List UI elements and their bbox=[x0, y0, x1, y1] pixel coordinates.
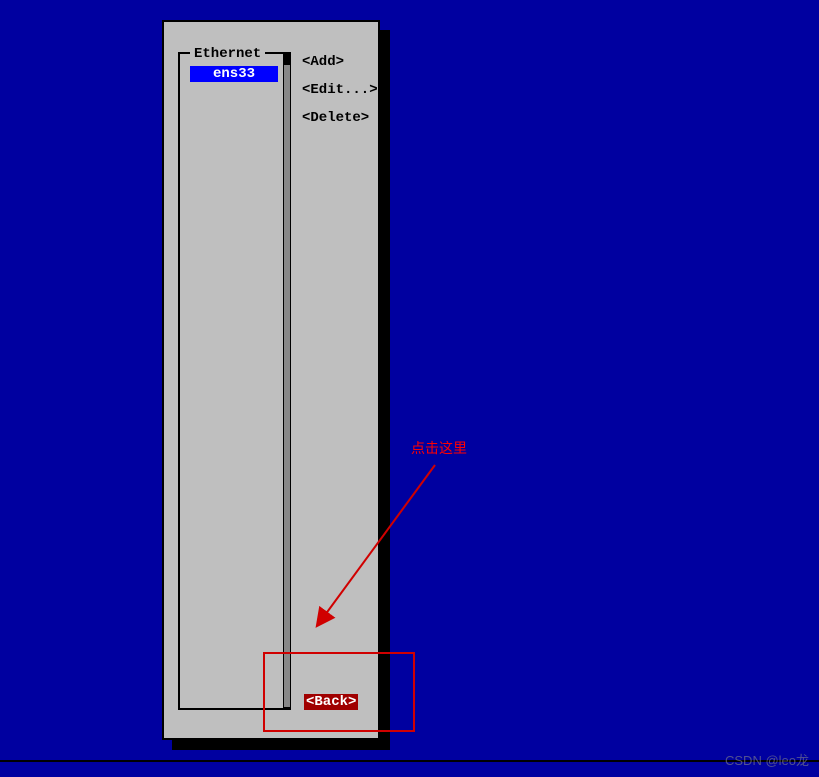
horizontal-divider bbox=[0, 760, 819, 762]
annotation-text: 点击这里 bbox=[411, 438, 467, 458]
edit-button[interactable]: <Edit...> bbox=[302, 82, 378, 98]
watermark: CSDN @leo龙 bbox=[725, 750, 809, 769]
add-button[interactable]: <Add> bbox=[302, 54, 378, 70]
interface-list-panel: Ethernet ens33 bbox=[178, 52, 291, 710]
interface-item-ens33[interactable]: ens33 bbox=[190, 66, 278, 82]
scrollbar-thumb[interactable] bbox=[284, 55, 290, 65]
action-button-group: <Add> <Edit...> <Delete> bbox=[302, 54, 378, 138]
scrollbar[interactable] bbox=[283, 54, 291, 708]
back-button[interactable]: <Back> bbox=[304, 694, 358, 710]
delete-button[interactable]: <Delete> bbox=[302, 110, 378, 126]
network-dialog: Ethernet ens33 <Add> <Edit...> <Delete> … bbox=[162, 20, 380, 740]
list-header: Ethernet bbox=[190, 46, 265, 62]
